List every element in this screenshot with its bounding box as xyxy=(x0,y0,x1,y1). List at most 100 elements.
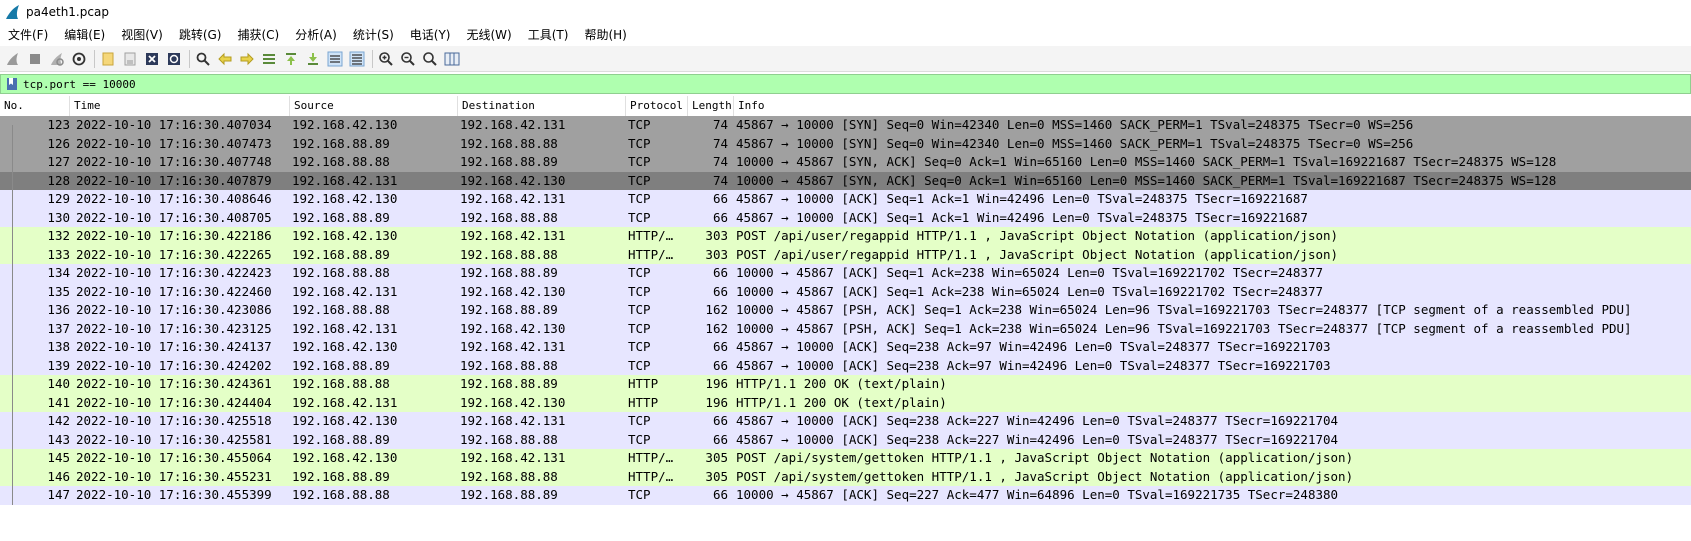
table-row[interactable]: 136 2022-10-10 17:16:30.423086 192.168.88.… xyxy=(0,301,1691,320)
go-back-icon[interactable] xyxy=(216,50,234,68)
packet-time: 2022-10-10 17:16:30.424361 xyxy=(76,376,272,391)
conversation-bracket xyxy=(12,356,13,375)
packet-list: No. Time Source Destination Protocol Len… xyxy=(0,96,1691,541)
conversation-bracket xyxy=(12,171,13,190)
display-filter-input[interactable]: tcp.port == 10000 xyxy=(23,78,136,91)
zoom-out-icon[interactable] xyxy=(399,50,417,68)
packet-destination: 192.168.42.130 xyxy=(460,394,566,410)
table-row[interactable]: 130 2022-10-10 17:16:30.408705 192.168.88.… xyxy=(0,208,1691,227)
packet-destination: 192.168.88.89 xyxy=(460,302,558,317)
table-row[interactable]: 132 2022-10-10 17:16:30.422186 192.168.42.… xyxy=(0,227,1691,246)
table-row[interactable]: 140 2022-10-10 17:16:30.424361 192.168.88.… xyxy=(0,375,1691,394)
packet-source: 192.168.88.89 xyxy=(292,209,390,225)
menu-analyze[interactable]: 分析(A) xyxy=(287,24,345,46)
restart-capture-icon[interactable] xyxy=(48,50,66,68)
colorize-icon[interactable] xyxy=(348,50,366,68)
menu-view[interactable]: 视图(V) xyxy=(113,24,171,46)
packet-info: 45867 → 10000 [ACK] Seq=1 Ack=1 Win=4249… xyxy=(736,209,1308,225)
table-row[interactable]: 146 2022-10-10 17:16:30.455231 192.168.88.… xyxy=(0,467,1691,486)
packet-source: 192.168.42.130 xyxy=(292,450,398,465)
table-row[interactable]: 143 2022-10-10 17:16:30.425581 192.168.88.… xyxy=(0,430,1691,449)
table-row[interactable]: 141 2022-10-10 17:16:30.424404 192.168.42.… xyxy=(0,393,1691,412)
go-first-icon[interactable] xyxy=(282,50,300,68)
table-row[interactable]: 138 2022-10-10 17:16:30.424137 192.168.42.… xyxy=(0,338,1691,357)
go-to-packet-icon[interactable] xyxy=(260,50,278,68)
packet-source: 192.168.88.89 xyxy=(292,357,390,373)
packet-time: 2022-10-10 17:16:30.455231 xyxy=(76,468,272,484)
packet-protocol: TCP xyxy=(628,487,651,502)
packet-source: 192.168.88.88 xyxy=(292,487,390,502)
menu-tools[interactable]: 工具(T) xyxy=(520,24,577,46)
conversation-bracket xyxy=(12,319,13,338)
packet-source: 192.168.42.131 xyxy=(292,172,398,188)
packet-protocol: TCP xyxy=(628,357,651,373)
open-file-icon[interactable] xyxy=(99,50,117,68)
start-capture-icon[interactable] xyxy=(4,50,22,68)
table-row[interactable]: 123 2022-10-10 17:16:30.407034 192.168.42.… xyxy=(0,116,1691,135)
conversation-bracket xyxy=(12,375,13,394)
column-header-info[interactable]: Info xyxy=(734,96,1691,116)
packet-time: 2022-10-10 17:16:30.422186 xyxy=(76,228,272,243)
packet-info: 10000 → 45867 [ACK] Seq=1 Ack=238 Win=65… xyxy=(736,283,1323,299)
table-row[interactable]: 127 2022-10-10 17:16:30.407748 192.168.88.… xyxy=(0,153,1691,172)
packet-length: 66 xyxy=(712,191,728,206)
packet-no: 129 xyxy=(47,191,70,206)
go-last-icon[interactable] xyxy=(304,50,322,68)
table-row[interactable]: 126 2022-10-10 17:16:30.407473 192.168.88.… xyxy=(0,134,1691,153)
packet-no: 133 xyxy=(47,246,70,262)
stop-capture-icon[interactable] xyxy=(26,50,44,68)
menu-capture[interactable]: 捕获(C) xyxy=(229,24,287,46)
zoom-in-icon[interactable] xyxy=(377,50,395,68)
table-row[interactable]: 135 2022-10-10 17:16:30.422460 192.168.42.… xyxy=(0,282,1691,301)
packet-length: 305 xyxy=(705,450,728,465)
column-header-destination[interactable]: Destination xyxy=(458,96,626,116)
filter-bookmark-icon[interactable] xyxy=(5,77,19,91)
table-row[interactable]: 137 2022-10-10 17:16:30.423125 192.168.42.… xyxy=(0,319,1691,338)
conversation-bracket xyxy=(12,153,13,172)
zoom-normal-icon[interactable] xyxy=(421,50,439,68)
capture-options-icon[interactable] xyxy=(70,50,88,68)
close-file-icon[interactable] xyxy=(143,50,161,68)
column-header-no[interactable]: No. xyxy=(0,96,70,116)
table-row[interactable]: 142 2022-10-10 17:16:30.425518 192.168.42.… xyxy=(0,412,1691,431)
table-row[interactable]: 129 2022-10-10 17:16:30.408646 192.168.42.… xyxy=(0,190,1691,209)
autoscroll-icon[interactable] xyxy=(326,50,344,68)
packet-time: 2022-10-10 17:16:30.423125 xyxy=(76,320,272,336)
column-header-source[interactable]: Source xyxy=(290,96,458,116)
column-header-length[interactable]: Length xyxy=(688,96,734,116)
packet-list-header: No. Time Source Destination Protocol Len… xyxy=(0,96,1691,117)
resize-columns-icon[interactable] xyxy=(443,50,461,68)
packet-time: 2022-10-10 17:16:30.407473 xyxy=(76,135,272,151)
packet-length: 196 xyxy=(705,394,728,410)
packet-source: 192.168.88.88 xyxy=(292,376,390,391)
table-row[interactable]: 134 2022-10-10 17:16:30.422423 192.168.88.… xyxy=(0,264,1691,283)
packet-length: 162 xyxy=(705,302,728,317)
menu-go[interactable]: 跳转(G) xyxy=(171,24,230,46)
packet-source: 192.168.88.88 xyxy=(292,302,390,317)
save-file-icon[interactable] xyxy=(121,50,139,68)
menu-file[interactable]: 文件(F) xyxy=(0,24,56,46)
packet-no: 141 xyxy=(47,394,70,410)
go-forward-icon[interactable] xyxy=(238,50,256,68)
toolbar-separator xyxy=(189,49,190,68)
packet-source: 192.168.88.89 xyxy=(292,135,390,151)
packet-info: 10000 → 45867 [PSH, ACK] Seq=1 Ack=238 W… xyxy=(736,302,1632,317)
table-row[interactable]: 145 2022-10-10 17:16:30.455064 192.168.42.… xyxy=(0,449,1691,468)
reload-file-icon[interactable] xyxy=(165,50,183,68)
find-packet-icon[interactable] xyxy=(194,50,212,68)
menu-wireless[interactable]: 无线(W) xyxy=(459,24,520,46)
menu-help[interactable]: 帮助(H) xyxy=(576,24,634,46)
packet-no: 135 xyxy=(47,283,70,299)
table-row[interactable]: 147 2022-10-10 17:16:30.455399 192.168.88.… xyxy=(0,486,1691,505)
table-row[interactable]: 128 2022-10-10 17:16:30.407879 192.168.42.… xyxy=(0,171,1691,190)
menu-telephony[interactable]: 电话(Y) xyxy=(402,24,459,46)
table-row[interactable]: 139 2022-10-10 17:16:30.424202 192.168.88.… xyxy=(0,356,1691,375)
menu-statistics[interactable]: 统计(S) xyxy=(345,24,402,46)
column-header-protocol[interactable]: Protocol xyxy=(626,96,688,116)
packet-length: 196 xyxy=(705,376,728,391)
display-filter-bar[interactable]: tcp.port == 10000 xyxy=(0,74,1691,94)
menu-edit[interactable]: 编辑(E) xyxy=(56,24,113,46)
table-row[interactable]: 133 2022-10-10 17:16:30.422265 192.168.88.… xyxy=(0,245,1691,264)
packet-rows: 123 2022-10-10 17:16:30.407034 192.168.42.… xyxy=(0,116,1691,505)
column-header-time[interactable]: Time xyxy=(70,96,290,116)
